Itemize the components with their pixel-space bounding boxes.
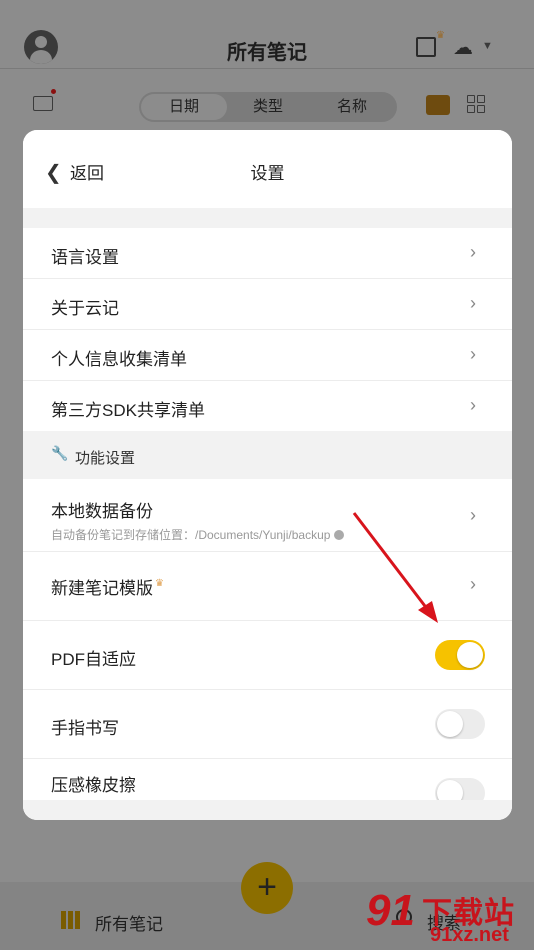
watermark-logo: 91 下载站 91xz.net [360, 884, 534, 950]
annotation-arrow [352, 512, 438, 623]
watermark-mark: 91 [366, 886, 415, 935]
arrow-line [352, 512, 430, 611]
watermark-url: 91xz.net [430, 924, 509, 946]
arrow-head [418, 601, 438, 623]
